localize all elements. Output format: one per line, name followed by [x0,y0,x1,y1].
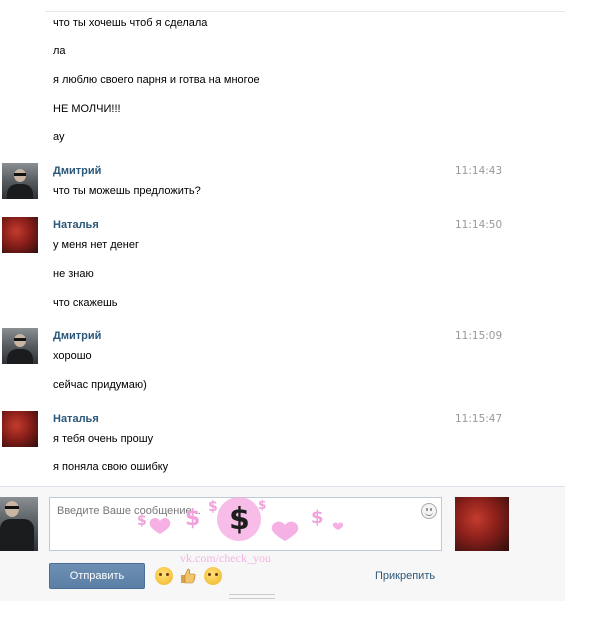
resize-handle[interactable] [229,594,275,599]
divider [45,11,565,12]
message-time: 11:14:43 [455,165,503,177]
avatar-glasses [5,506,19,509]
message-input-box[interactable] [49,497,442,551]
message-text: сейчас придумаю) [53,379,147,391]
avatar-dmitry[interactable] [2,163,38,199]
message-text: ла [53,45,66,57]
message-text: ау [53,131,65,143]
message-text: НЕ МОЛЧИ!!! [53,103,121,115]
message-history: что ты хочешь чтоб я сделала ла я люблю … [0,0,565,486]
avatar-natalia[interactable] [2,217,38,253]
avatar-natalia[interactable] [2,411,38,447]
message-text: я люблю своего парня и готва на многое [53,74,260,86]
avatar-glasses [14,338,26,341]
message-text: что ты можешь предложить? [53,185,201,197]
recipient-avatar[interactable] [455,497,509,551]
message-author[interactable]: Дмитрий [53,165,101,177]
smile-icon[interactable] [421,503,437,519]
message-author[interactable]: Наталья [53,219,99,231]
watermark-text: vk.com/check_you [180,551,271,565]
wink-face-icon[interactable] [204,567,222,585]
avatar-figure [7,349,33,364]
message-time: 11:15:47 [455,413,503,425]
avatar-glasses [14,173,26,176]
message-time: 11:15:09 [455,330,503,342]
my-avatar[interactable] [0,497,38,551]
message-text: у меня нет денег [53,239,139,251]
message-input[interactable] [55,504,419,518]
message-text: что ты хочешь чтоб я сделала [53,17,208,29]
message-text: не знаю [53,268,94,280]
message-text: я тебя очень прошу [53,433,154,445]
message-text: что скажешь [53,297,118,309]
avatar-figure [0,519,34,551]
message-text: я поняла свою ошибку [53,461,169,473]
attach-link[interactable]: Прикрепить [375,570,435,582]
thumbs-up-icon[interactable] [179,567,197,585]
message-time: 11:14:50 [455,219,503,231]
message-author[interactable]: Дмитрий [53,330,101,342]
avatar-dmitry[interactable] [2,328,38,364]
avatar-figure [7,184,33,199]
message-text: хорошо [53,350,92,362]
message-author[interactable]: Наталья [53,413,99,425]
avatar-face [5,501,19,517]
send-button[interactable]: Отправить [49,563,145,589]
confused-face-icon[interactable] [155,567,173,585]
